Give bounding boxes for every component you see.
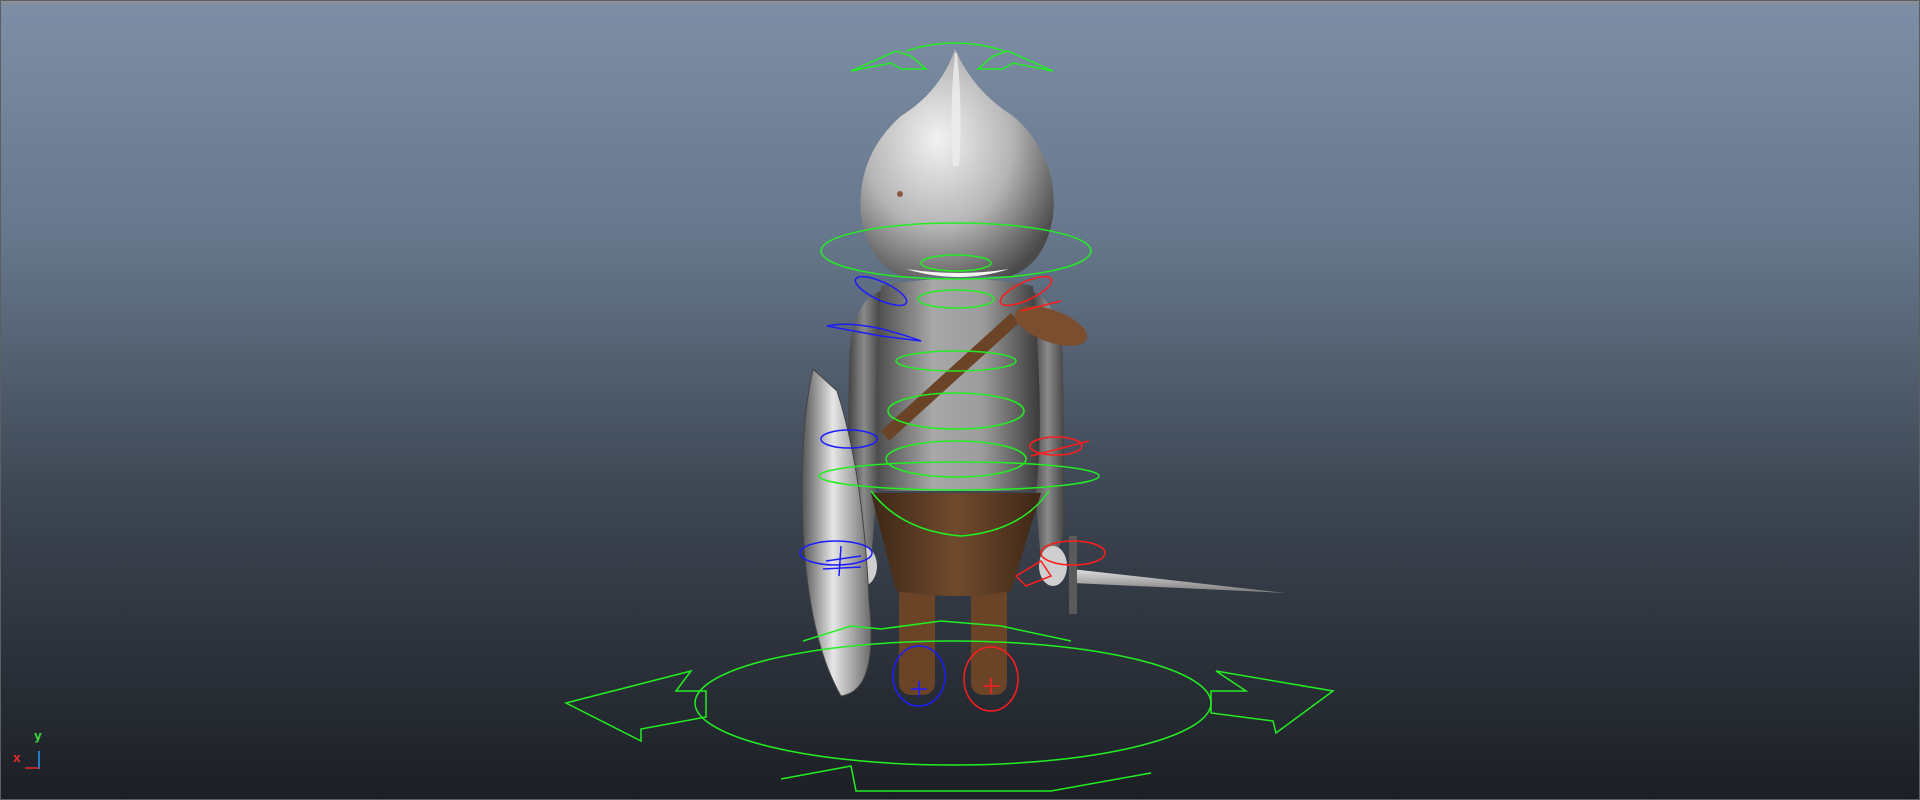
skirt-mesh[interactable]	[871, 493, 1041, 596]
torso-mesh[interactable]	[875, 278, 1040, 492]
left-leg-mesh[interactable]	[899, 583, 935, 695]
root-arrow-front[interactable]	[780, 765, 1152, 792]
right-leg-mesh[interactable]	[971, 583, 1007, 695]
sword-blade[interactable]	[1071, 569, 1286, 593]
character-mesh[interactable]	[801, 49, 1286, 697]
helmet-decal	[897, 191, 903, 197]
maya-viewport[interactable]: y x	[0, 0, 1920, 800]
scene-canvas[interactable]	[1, 1, 1919, 799]
axis-x-label: x	[13, 751, 21, 765]
root-control[interactable]	[563, 620, 1335, 792]
axis-y-label: y	[34, 729, 42, 743]
right-hand-mesh[interactable]	[1039, 546, 1067, 586]
root-circle[interactable]	[694, 640, 1212, 766]
sword-guard	[1069, 536, 1077, 614]
root-arrow-right[interactable]	[1210, 670, 1335, 735]
root-arrow-left[interactable]	[563, 669, 707, 743]
axis-gizmo-icon: y x	[11, 729, 51, 769]
